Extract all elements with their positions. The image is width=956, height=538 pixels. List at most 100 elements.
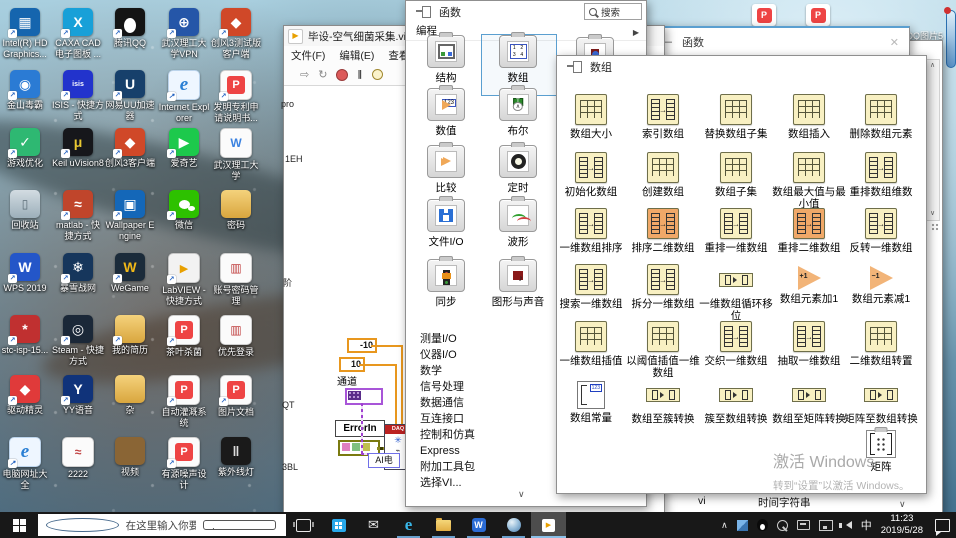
desktop-icon-3[interactable]: ↗ 腾讯QQ bbox=[104, 8, 156, 49]
array-function-item[interactable]: 一维数组循环移位 bbox=[698, 264, 774, 322]
array-function-item[interactable]: 数组大小 bbox=[553, 94, 629, 140]
desktop-icon-7[interactable]: isis ↗ ISIS - 快捷方式 bbox=[52, 70, 104, 122]
desktop-icon-30[interactable]: ▥ 优先登录 bbox=[210, 315, 262, 358]
palette-section-2[interactable]: 仪器I/O bbox=[406, 347, 560, 363]
scrollbar-vertical[interactable]: ∧ ∨ bbox=[925, 59, 940, 221]
array-function-item[interactable]: → 重排二维数组 bbox=[771, 208, 847, 254]
array-function-item[interactable]: 替换数组子集 bbox=[698, 94, 774, 140]
pause-button[interactable]: ∥ bbox=[357, 69, 363, 80]
palette-category-array[interactable]: 1 2 3 4 数组 bbox=[482, 35, 554, 85]
task-name-constant[interactable]: AI电 bbox=[368, 453, 400, 468]
array-function-item[interactable]: 矩阵至数组转换 bbox=[843, 379, 919, 425]
desktop-icon-37[interactable]: ≈2222 bbox=[52, 437, 104, 480]
ppt-file-icon[interactable]: P bbox=[806, 4, 830, 26]
abort-button[interactable] bbox=[336, 68, 349, 81]
desktop-icon-26[interactable]: * ↗ stc-isp-15... bbox=[0, 315, 51, 356]
palette-section-8[interactable]: Express bbox=[406, 443, 560, 459]
desktop-icon-25[interactable]: ▥ 账号密码管理 bbox=[210, 253, 262, 307]
network-icon[interactable] bbox=[818, 519, 833, 531]
task-view-button[interactable] bbox=[286, 512, 321, 538]
desktop-icon-36[interactable]: e ↗ 电脑网址大全 bbox=[0, 437, 51, 491]
palette-section-5[interactable]: 数据通信 bbox=[406, 395, 560, 411]
array-function-item[interactable]: 删除数组元素 bbox=[843, 94, 919, 140]
array-function-item[interactable]: 一维数组插值 bbox=[553, 321, 629, 367]
desktop-icon-20[interactable]: 密码 bbox=[210, 190, 262, 231]
array-function-item[interactable]: 矩阵 bbox=[843, 426, 919, 473]
resize-grip[interactable] bbox=[931, 223, 939, 231]
scroll-up-icon[interactable]: ∧ bbox=[926, 60, 939, 72]
tray-box-icon[interactable] bbox=[736, 519, 748, 531]
palette-category-sync[interactable]: 同步 bbox=[410, 259, 482, 309]
taskbar-app-wps[interactable]: W bbox=[461, 512, 496, 538]
desktop-icon-1[interactable]: ▦ ↗ Intel(R) HD Graphics... bbox=[0, 8, 51, 60]
taskbar-app-mail[interactable]: ✉ bbox=[356, 512, 391, 538]
array-function-item[interactable]: → 抽取一维数组 bbox=[771, 321, 847, 367]
expand-chevron-icon[interactable]: ∨ bbox=[518, 489, 524, 500]
taskbar-app-store[interactable] bbox=[321, 512, 356, 538]
microphone-icon[interactable] bbox=[203, 520, 277, 530]
channel-label[interactable]: 通道 bbox=[337, 373, 357, 388]
palette-item-label-partial[interactable]: vi bbox=[698, 495, 706, 507]
array-function-item[interactable]: → 一维数组排序 bbox=[553, 208, 629, 254]
desktop-icon-2[interactable]: X ↗ CAXA CAD 电子图板 ... bbox=[52, 8, 104, 60]
palette-category-sound[interactable]: ♪ 图形与声音 bbox=[482, 259, 554, 309]
desktop-icon-32[interactable]: Y ↗ YY语音 bbox=[52, 375, 104, 416]
desktop-icon-27[interactable]: ◎ ↗ Steam - 快捷方式 bbox=[52, 315, 104, 367]
array-function-item[interactable]: → 拆分一维数组 bbox=[625, 264, 701, 310]
desktop-icon-10[interactable]: P ↗ 发明专利申请说明书... bbox=[210, 70, 262, 124]
desktop-icon-39[interactable]: P ↗ 有源噪声设计 bbox=[158, 437, 210, 491]
desktop-icon-33[interactable]: 杂 bbox=[104, 375, 156, 416]
run-button[interactable]: ⇨ bbox=[300, 68, 309, 81]
action-center-icon[interactable] bbox=[935, 518, 950, 536]
desktop-icon-5[interactable]: ◆ ↗ 创风3测试版客户端 bbox=[210, 8, 262, 60]
palette-search-button[interactable]: 搜索 bbox=[584, 3, 642, 20]
tray-dish-icon[interactable] bbox=[776, 519, 788, 531]
array-function-item[interactable]: 数组至矩阵转换 bbox=[771, 379, 847, 425]
desktop-icon-16[interactable]: ▯ 回收站 bbox=[0, 190, 51, 231]
desktop-icon-34[interactable]: P ↗ 自动灌溉系统 bbox=[158, 375, 210, 429]
array-function-item[interactable]: → 交织一维数组 bbox=[698, 321, 774, 367]
palette-category-wave[interactable]: 波形 bbox=[482, 199, 554, 249]
desktop-icon-29[interactable]: P ↗ 茶叶杀菌 bbox=[158, 315, 210, 358]
close-icon[interactable]: ✕ bbox=[890, 36, 899, 49]
array-function-item[interactable]: → 反转一维数组 bbox=[843, 208, 919, 254]
pin-icon[interactable] bbox=[416, 6, 431, 18]
desktop-icon-14[interactable]: ▶ ↗ 爱奇艺 bbox=[158, 128, 210, 169]
taskbar-app-browser[interactable] bbox=[496, 512, 531, 538]
array-function-item[interactable]: 数组至簇转换 bbox=[625, 379, 701, 425]
menu-item[interactable]: 编辑(E) bbox=[332, 48, 381, 63]
clock[interactable]: 11:23 2019/5/28 bbox=[881, 513, 923, 537]
array-function-item[interactable]: → 排序二维数组 bbox=[625, 208, 701, 254]
tray-input-panel-icon[interactable] bbox=[796, 520, 810, 530]
array-function-item[interactable]: → 重排数组维数 bbox=[843, 152, 919, 198]
menu-item[interactable]: 文件(F) bbox=[284, 48, 332, 63]
desktop-icon-23[interactable]: W ↗ WeGame bbox=[104, 253, 156, 294]
desktop-icon-15[interactable]: W 武汉理工大学 bbox=[210, 128, 262, 182]
taskbar-app-labview[interactable]: ▶ bbox=[531, 512, 566, 538]
desktop-icon-11[interactable]: ✓ ↗ 游戏优化 bbox=[0, 128, 51, 169]
desktop-icon-35[interactable]: P ↗ 图片文档 bbox=[210, 375, 262, 418]
array-function-item[interactable]: −1 数组元素减1 bbox=[843, 264, 919, 305]
palette-category-numeric[interactable]: 123 数值 bbox=[410, 88, 482, 138]
array-function-item[interactable]: 数组子集 bbox=[698, 152, 774, 198]
array-function-item[interactable]: → 重排一维数组 bbox=[698, 208, 774, 254]
ppt-file-icon[interactable]: P bbox=[752, 4, 776, 26]
desktop-icon-9[interactable]: e ↗ Internet Explorer bbox=[158, 70, 210, 124]
desktop-icon-38[interactable]: 视频 bbox=[104, 437, 156, 478]
palette-section-7[interactable]: 控制和仿真 bbox=[406, 427, 560, 443]
desktop-icon-4[interactable]: ⊕ ↗ 武汉理工大学VPN bbox=[158, 8, 210, 60]
array-function-item[interactable]: → 搜索一维数组 bbox=[553, 264, 629, 310]
desktop-icon-18[interactable]: ▣ ↗ Wallpaper Engine bbox=[104, 190, 156, 242]
tray-qq-icon[interactable] bbox=[756, 519, 768, 531]
desktop-icon-21[interactable]: W ↗ WPS 2019 bbox=[0, 253, 51, 294]
array-function-item[interactable]: 数组最大值与最小值 bbox=[771, 152, 847, 210]
palette-section-9[interactable]: 附加工具包 bbox=[406, 459, 560, 475]
array-function-item[interactable]: → 索引数组 bbox=[625, 94, 701, 140]
error-in-label[interactable]: ErrorIn bbox=[335, 420, 385, 437]
expand-chevron-icon[interactable]: ∨ bbox=[899, 499, 905, 510]
pin-icon[interactable] bbox=[567, 61, 582, 73]
taskbar-search-input[interactable]: 在这里输入你要搜索的内容 bbox=[38, 514, 286, 536]
desktop-icon-6[interactable]: ◉ ↗ 金山毒霸 bbox=[0, 70, 51, 111]
palette-section-4[interactable]: 信号处理 bbox=[406, 379, 560, 395]
array-function-item[interactable]: 创建数组 bbox=[625, 152, 701, 198]
